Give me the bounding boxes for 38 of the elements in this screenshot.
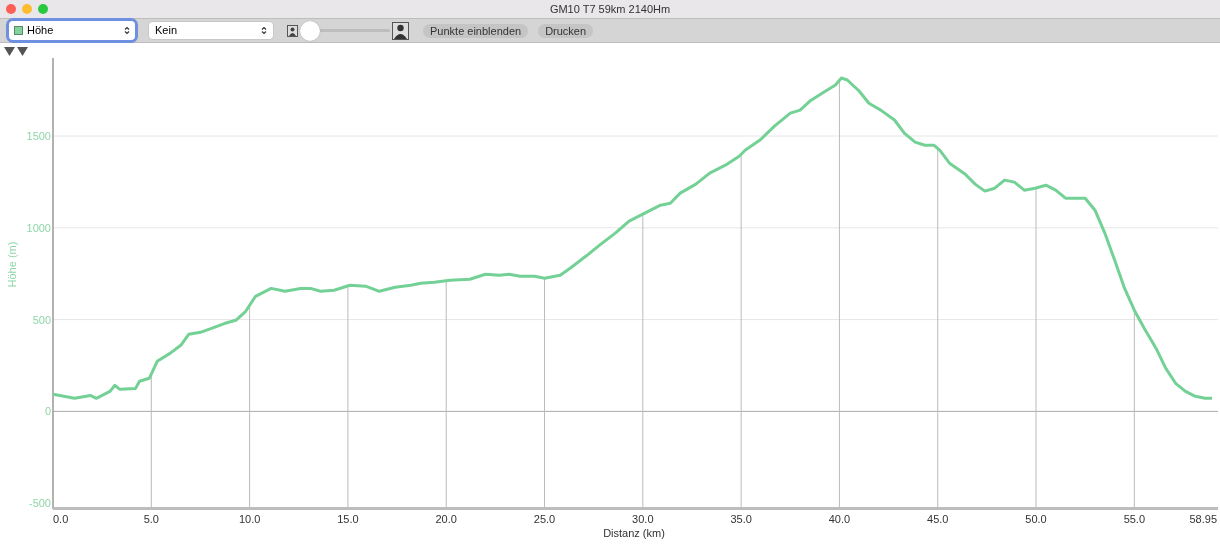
x-tick-label: 5.0 bbox=[143, 513, 159, 525]
slider-thumb[interactable] bbox=[300, 20, 320, 41]
x-tick-label: 15.0 bbox=[337, 513, 359, 525]
x-tick-label: 50.0 bbox=[1025, 513, 1047, 525]
triangle-down-icon[interactable] bbox=[17, 45, 28, 56]
x-tick-label: 30.0 bbox=[632, 513, 654, 525]
chevron-updown-icon bbox=[124, 26, 130, 35]
chevron-updown-icon bbox=[261, 26, 267, 35]
y-tick-label: 500 bbox=[32, 313, 51, 326]
x-tick-label: 25.0 bbox=[533, 513, 556, 525]
close-button[interactable] bbox=[6, 4, 16, 14]
select-value: Höhe bbox=[27, 23, 55, 39]
x-tick-label: 55.0 bbox=[1123, 513, 1146, 525]
y-tick-label: 1500 bbox=[26, 130, 51, 142]
toolbar-button[interactable]: Punkte einblenden bbox=[423, 23, 529, 38]
x-tick-label: 20.0 bbox=[435, 513, 457, 525]
person-small-icon bbox=[287, 24, 298, 37]
y-tick-label: -500 bbox=[28, 497, 51, 510]
x-tick-label: 58.95 bbox=[1189, 513, 1217, 525]
toolbar-button[interactable]: Drucken bbox=[538, 23, 594, 38]
x-tick-label: 0.0 bbox=[53, 513, 69, 525]
x-axis-title: Distanz (km) bbox=[603, 527, 665, 539]
person-large-icon bbox=[392, 21, 409, 40]
select-value: Kein bbox=[155, 23, 179, 39]
y-tick-label: 0 bbox=[44, 405, 51, 418]
triangle-down-icon[interactable] bbox=[4, 45, 15, 56]
select-dropdown[interactable]: Höhe bbox=[9, 21, 135, 40]
window-title: GM10 T7 59km 2140Hm bbox=[549, 1, 671, 17]
y-tick-label: 1000 bbox=[26, 221, 51, 234]
x-tick-label: 10.0 bbox=[238, 513, 261, 525]
x-tick-label: 45.0 bbox=[927, 513, 949, 525]
minimize-button[interactable] bbox=[22, 4, 32, 14]
x-tick-label: 35.0 bbox=[730, 513, 752, 525]
select-dropdown[interactable]: Kein bbox=[149, 22, 273, 39]
zoom-button[interactable] bbox=[38, 4, 48, 14]
zoom-slider[interactable] bbox=[300, 20, 390, 41]
y-axis-title: Höhe (m) bbox=[6, 241, 18, 288]
x-tick-label: 40.0 bbox=[828, 513, 851, 525]
